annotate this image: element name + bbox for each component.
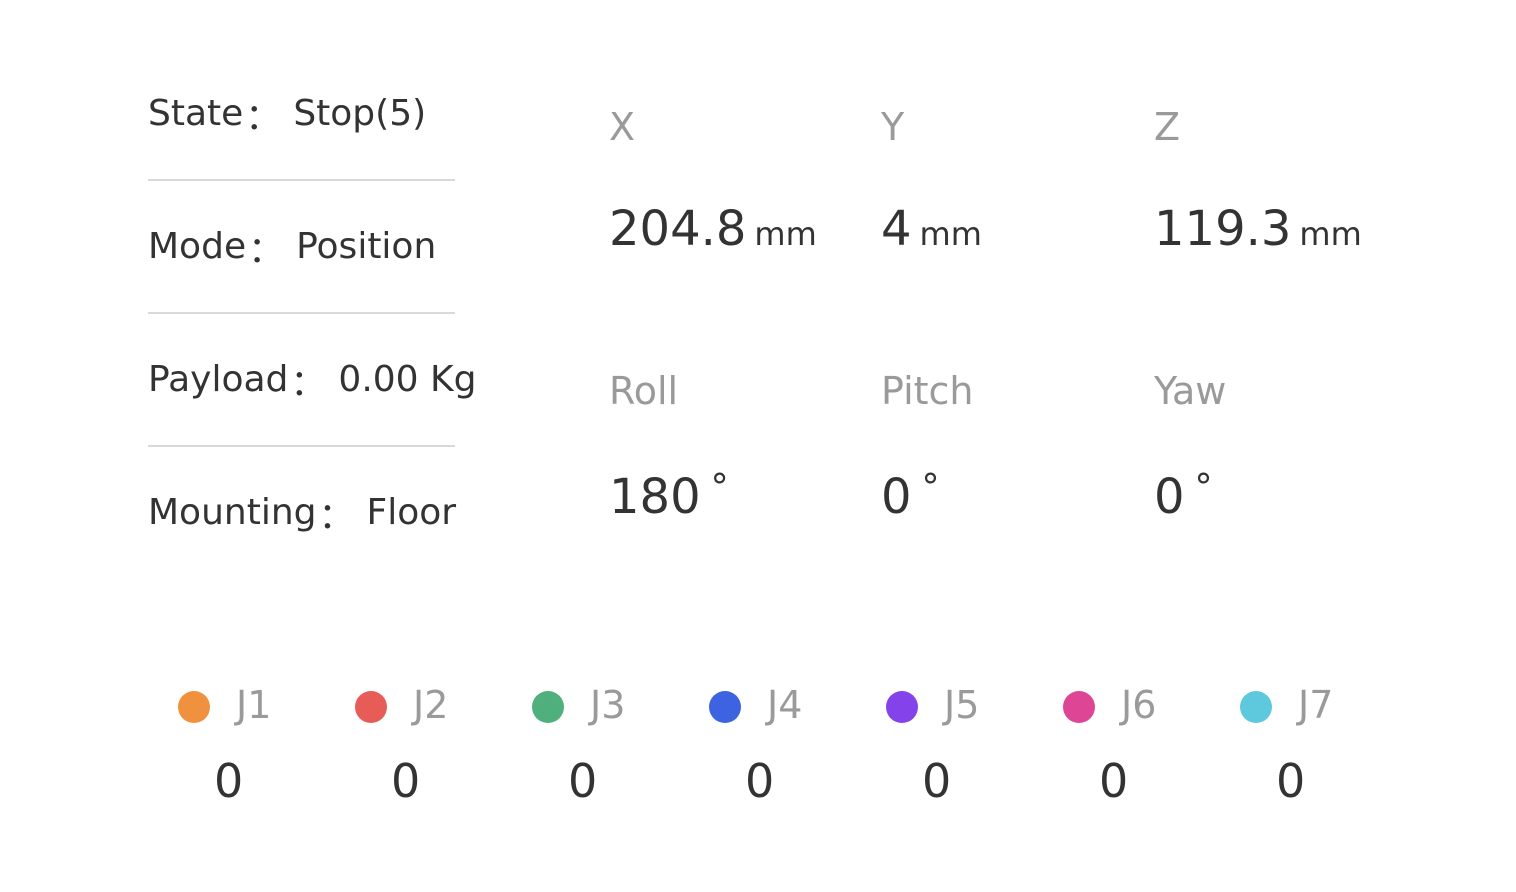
- joint-j6-value: 0: [1099, 754, 1129, 808]
- state-value: Stop(5): [293, 93, 427, 134]
- joint-j5: J5 0: [856, 684, 1033, 824]
- joint-j2: J2 0: [325, 684, 502, 824]
- robot-status-list: State： Stop(5) Mode： Position Payload： 0.00…: [148, 48, 476, 578]
- joint-j7-color-dot: [1240, 691, 1272, 723]
- pose-y-label: Y: [881, 105, 905, 149]
- joint-j3-value: 0: [568, 754, 598, 808]
- joint-j5-color-dot: [886, 691, 918, 723]
- joint-j1: J1 0: [148, 684, 325, 824]
- pose-pitch-unit: °: [921, 467, 940, 508]
- mounting-row: Mounting： Floor: [148, 447, 457, 578]
- mode-row: Mode： Position: [148, 181, 455, 312]
- joint-j5-value: 0: [922, 754, 952, 808]
- pose-z-value: 119.3 mm: [1154, 205, 1362, 253]
- joint-j2-color-dot: [355, 691, 387, 723]
- state-row: State： Stop(5): [148, 48, 455, 179]
- payload-label: Payload: [148, 359, 289, 400]
- pose-yaw-number: 0: [1154, 469, 1185, 525]
- pose-roll-label: Roll: [609, 369, 679, 413]
- pose-z-label: Z: [1154, 105, 1181, 149]
- pose-yaw-unit: °: [1194, 467, 1213, 508]
- pose-roll-unit: °: [710, 467, 729, 508]
- pose-x-unit: mm: [754, 215, 817, 253]
- joint-j3: J3 0: [502, 684, 679, 824]
- pose-y-unit: mm: [919, 215, 982, 253]
- joint-j5-label: J5: [944, 683, 980, 727]
- joint-j2-value: 0: [391, 754, 421, 808]
- joint-j3-label: J3: [590, 683, 626, 727]
- payload-value: 0.00 Kg: [338, 359, 477, 400]
- pose-pitch-label: Pitch: [881, 369, 974, 413]
- payload-row: Payload： 0.00 Kg: [148, 314, 476, 445]
- mounting-separator: ：: [318, 495, 355, 537]
- mounting-label: Mounting: [148, 492, 317, 533]
- pose-yaw-value: 0 °: [1154, 467, 1213, 522]
- joint-j7-label: J7: [1298, 683, 1334, 727]
- mode-value: Position: [296, 226, 437, 267]
- mode-label: Mode: [148, 226, 247, 267]
- joint-j1-value: 0: [214, 754, 244, 808]
- state-label: State: [148, 93, 244, 134]
- pose-z-number: 119.3: [1154, 201, 1292, 257]
- joint-j3-color-dot: [532, 691, 564, 723]
- joint-j1-label: J1: [236, 683, 272, 727]
- joint-j1-color-dot: [178, 691, 210, 723]
- mounting-value: Floor: [366, 492, 457, 533]
- pose-roll-number: 180: [609, 469, 701, 525]
- joint-j4-value: 0: [745, 754, 775, 808]
- pose-z-unit: mm: [1299, 215, 1362, 253]
- joint-j7-value: 0: [1276, 754, 1306, 808]
- pose-roll-value: 180 °: [609, 467, 729, 522]
- joint-j2-label: J2: [413, 683, 449, 727]
- mode-separator: ：: [248, 229, 285, 271]
- joint-j6: J6 0: [1033, 684, 1210, 824]
- state-separator: ：: [245, 96, 282, 138]
- joint-j4-color-dot: [709, 691, 741, 723]
- pose-x-value: 204.8 mm: [609, 205, 817, 253]
- pose-pitch-value: 0 °: [881, 467, 940, 522]
- payload-separator: ：: [290, 362, 327, 404]
- joint-j6-color-dot: [1063, 691, 1095, 723]
- pose-pitch-number: 0: [881, 469, 912, 525]
- joint-j4: J4 0: [679, 684, 856, 824]
- pose-y-value: 4 mm: [881, 205, 982, 253]
- pose-yaw-label: Yaw: [1154, 369, 1227, 413]
- joint-j6-label: J6: [1121, 683, 1157, 727]
- joint-j4-label: J4: [767, 683, 803, 727]
- joint-j7: J7 0: [1210, 684, 1387, 824]
- pose-x-label: X: [609, 105, 636, 149]
- pose-x-number: 204.8: [609, 201, 747, 257]
- pose-y-number: 4: [881, 201, 912, 257]
